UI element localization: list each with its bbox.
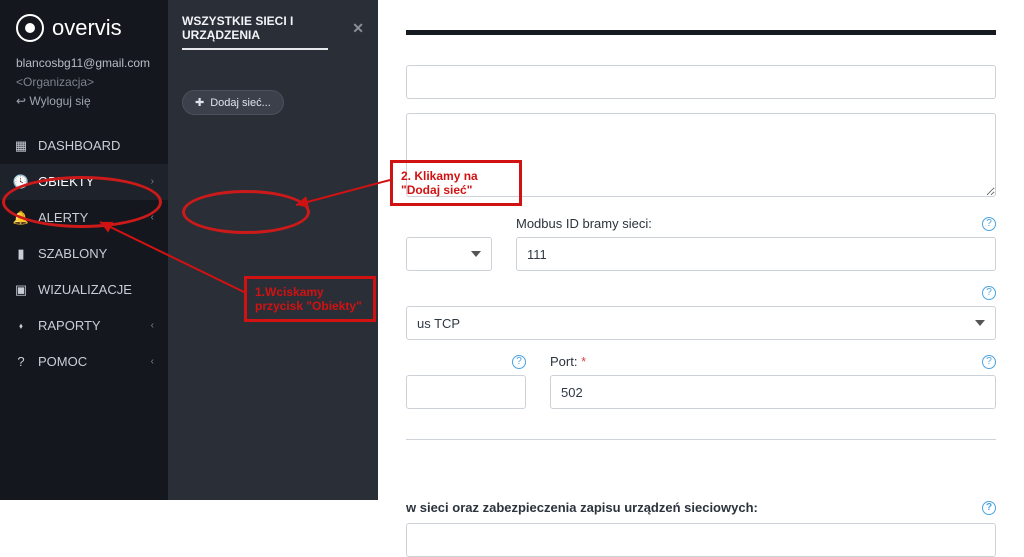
annotation-text-2: 2. Klikamy na "Dodaj sieć" — [401, 169, 478, 197]
annotation-box-1: 1.Wciskamy przycisk "Obiekty" — [244, 276, 376, 322]
security-input[interactable] — [406, 523, 996, 557]
section-heading-row: w sieci oraz zabezpieczenia zapisu urząd… — [406, 500, 996, 515]
annotation-text-1: 1.Wciskamy przycisk "Obiekty" — [255, 285, 362, 313]
annotation-arrows — [0, 0, 1024, 500]
section-heading: w sieci oraz zabezpieczenia zapisu urząd… — [406, 500, 758, 515]
annotation-box-2: 2. Klikamy na "Dodaj sieć" — [390, 160, 522, 206]
help-icon[interactable]: ? — [982, 501, 996, 515]
